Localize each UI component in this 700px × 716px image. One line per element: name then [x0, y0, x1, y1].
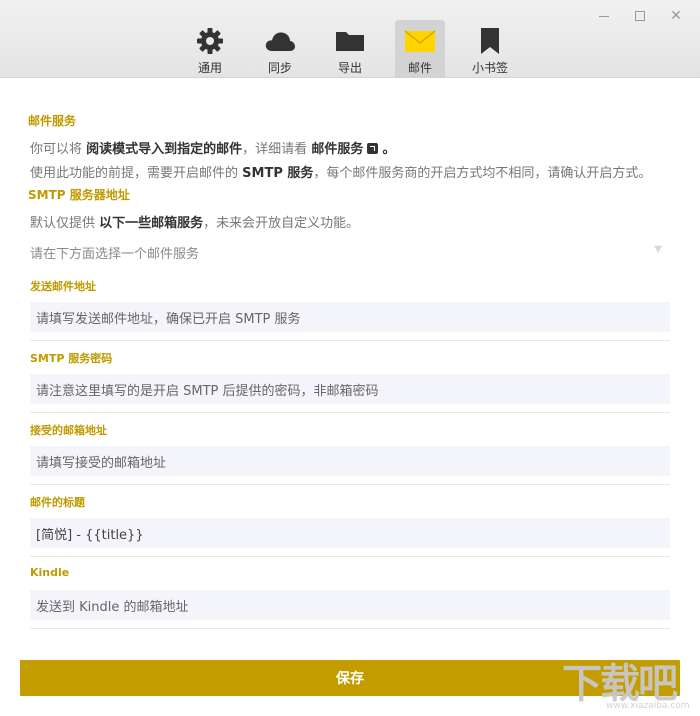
kindle-label: Kindle [30, 566, 70, 579]
divider [30, 340, 670, 341]
folder-icon [336, 32, 364, 51]
intro-text: 你可以将 [30, 142, 83, 157]
tab-mail[interactable]: 邮件 [395, 20, 445, 78]
tab-sync[interactable]: 同步 [255, 20, 305, 78]
intro-bold: 阅读模式导入到指定的邮件 [86, 142, 243, 157]
tab-label: 导出 [337, 61, 362, 75]
toolbar: ✕ 通用 同步 导出 邮件 小书签 [0, 0, 700, 78]
tab-bookmark[interactable]: 小书签 [465, 20, 515, 78]
divider [30, 412, 670, 413]
cloud-icon [265, 32, 295, 51]
minimize-icon [599, 15, 609, 17]
receiver-label: 接受的邮箱地址 [30, 424, 107, 437]
section-title-mail-service: 邮件服务 [28, 114, 77, 128]
watermark-url: www.xiazaiba.com [606, 701, 690, 711]
maximize-icon [635, 11, 645, 21]
external-link-icon[interactable] [367, 143, 379, 154]
receiver-input[interactable]: 请填写接受的邮箱地址 [30, 446, 670, 476]
envelope-icon [404, 30, 436, 52]
prereq-text: 使用此功能的前提，需要开启邮件的 [30, 166, 239, 181]
kindle-input[interactable]: 发送到 Kindle 的邮箱地址 [30, 590, 670, 620]
tab-label: 邮件 [407, 61, 432, 75]
tab-label: 通用 [197, 61, 222, 75]
mail-service-select[interactable]: 请在下方面选择一个邮件服务 ▼ [30, 240, 670, 264]
chevron-down-icon: ▼ [654, 244, 662, 255]
gear-icon [197, 28, 223, 54]
smtp-password-input[interactable]: 请注意这里填写的是开启 SMTP 后提供的密码，非邮箱密码 [30, 374, 670, 404]
divider [30, 484, 670, 485]
prereq-bold: SMTP 服务 [242, 166, 314, 181]
maximize-button[interactable] [626, 6, 654, 26]
sender-label: 发送邮件地址 [30, 280, 96, 293]
select-placeholder: 请在下方面选择一个邮件服务 [30, 246, 200, 262]
close-icon: ✕ [670, 8, 682, 24]
mail-service-link[interactable]: 邮件服务 [311, 142, 363, 157]
smtp-server-note: 默认仅提供 以下一些邮箱服务，未来会开放自定义功能。 [30, 212, 359, 231]
mail-service-prereq: 使用此功能的前提，需要开启邮件的 SMTP 服务，每个邮件服务商的开启方式均不相… [30, 162, 651, 181]
subject-label: 邮件的标题 [30, 496, 85, 509]
note-text: 默认仅提供 [30, 216, 96, 231]
close-button[interactable]: ✕ [662, 6, 690, 26]
sender-input[interactable]: 请填写发送邮件地址，确保已开启 SMTP 服务 [30, 302, 670, 332]
note-bold: 以下一些邮箱服务 [99, 216, 204, 231]
tab-label: 同步 [267, 61, 292, 75]
tab-label: 小书签 [471, 61, 508, 75]
note-text: ，未来会开放自定义功能。 [203, 216, 360, 231]
divider [30, 556, 670, 557]
subject-input[interactable]: [简悦] - {{title}} [30, 518, 670, 548]
tab-general[interactable]: 通用 [185, 20, 235, 78]
bookmark-icon [481, 28, 499, 54]
minimize-button[interactable] [590, 6, 618, 26]
divider [30, 628, 670, 629]
prereq-text: ，每个邮件服务商的开启方式均不相同，请确认开启方式。 [313, 166, 652, 181]
tab-export[interactable]: 导出 [325, 20, 375, 78]
section-title-smtp-server: SMTP 服务器地址 [28, 188, 130, 202]
watermark-logo: 下载吧 www.xiazaiba.com [562, 656, 700, 716]
smtp-password-label: SMTP 服务密码 [30, 352, 113, 365]
intro-text: 。 [382, 142, 396, 157]
intro-text: ，详细请看 [242, 142, 308, 157]
mail-service-intro: 你可以将 阅读模式导入到指定的邮件，详细请看 邮件服务 。 [30, 138, 396, 157]
